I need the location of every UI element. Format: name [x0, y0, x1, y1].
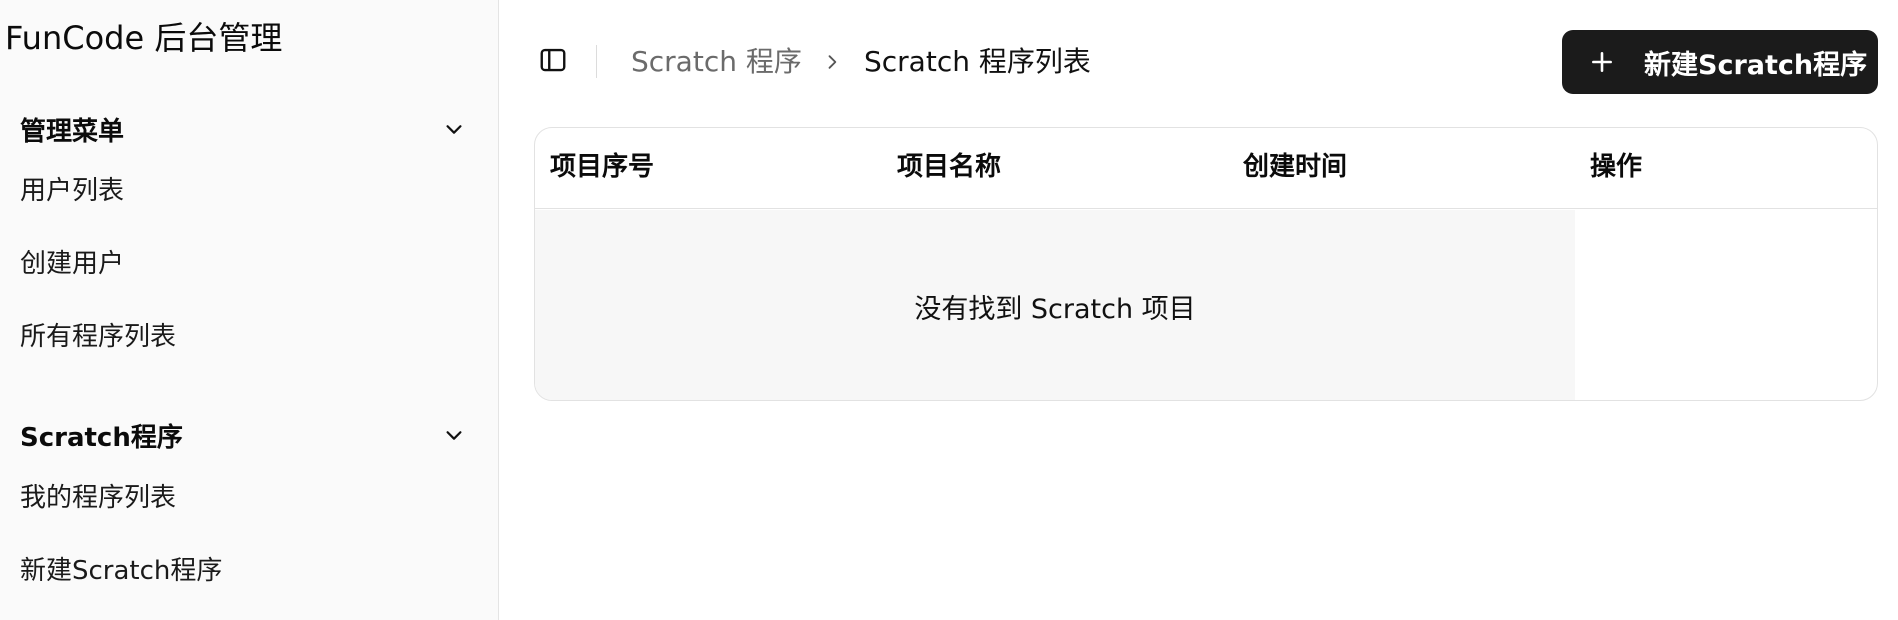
sidebar-item-user-list[interactable]: 用户列表: [20, 174, 124, 208]
table-empty-row: 没有找到 Scratch 项目: [535, 210, 1575, 400]
sidebar: FunCode 后台管理 管理菜单 用户列表 创建用户 所有程序列表 Scrat…: [0, 0, 499, 620]
sidebar-item-my-programs[interactable]: 我的程序列表: [20, 481, 176, 515]
scratch-programs-table: 项目序号 项目名称 创建时间 操作 没有找到 Scratch 项目: [534, 127, 1878, 401]
table-header-row: 项目序号 项目名称 创建时间 操作: [535, 128, 1877, 209]
plus-icon: [1588, 48, 1616, 76]
new-scratch-program-button[interactable]: 新建Scratch程序: [1562, 30, 1878, 94]
sidebar-item-create-user[interactable]: 创建用户: [20, 247, 124, 281]
chevron-right-icon: [820, 50, 844, 74]
column-header-name: 项目名称: [897, 152, 1002, 182]
sidebar-toggle-icon: [538, 45, 568, 79]
app-title: FunCode 后台管理: [5, 19, 283, 57]
column-header-created: 创建时间: [1243, 152, 1348, 182]
chevron-down-icon: [442, 423, 466, 447]
sidebar-group-label: Scratch程序: [20, 422, 183, 453]
sidebar-toggle-button[interactable]: [536, 45, 570, 79]
sidebar-group-scratch[interactable]: Scratch程序: [20, 418, 466, 453]
sidebar-group-label: 管理菜单: [20, 116, 125, 147]
column-header-actions: 操作: [1590, 152, 1643, 182]
breadcrumb-item-scratch[interactable]: Scratch 程序: [631, 43, 802, 81]
empty-state-message: 没有找到 Scratch 项目: [914, 293, 1196, 325]
sidebar-item-new-scratch[interactable]: 新建Scratch程序: [20, 554, 222, 588]
breadcrumb-item-current: Scratch 程序列表: [864, 45, 1091, 78]
chevron-down-icon: [442, 117, 466, 141]
column-header-id: 项目序号: [550, 152, 655, 182]
new-button-label: 新建Scratch程序: [1644, 49, 1868, 81]
header-divider: [596, 45, 597, 78]
sidebar-group-admin-menu[interactable]: 管理菜单: [20, 112, 466, 147]
sidebar-item-all-programs[interactable]: 所有程序列表: [20, 320, 176, 354]
